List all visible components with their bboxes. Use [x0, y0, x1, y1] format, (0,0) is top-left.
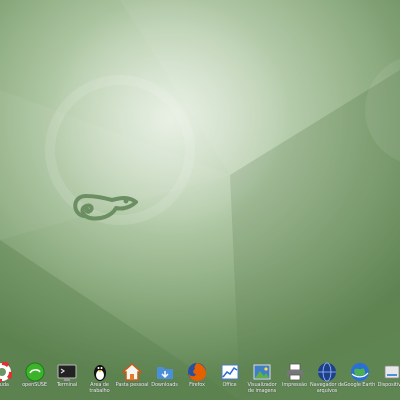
desktop-launcher-label: Navegador de arquivos	[309, 382, 344, 394]
desktop-launcher[interactable]: Navegador de arquivos	[309, 358, 345, 400]
desktop[interactable]: AjudaopenSUSETerminalÁrea de trabalhoPas…	[0, 0, 400, 400]
wallpaper	[0, 0, 400, 400]
downloads-folder-icon	[156, 367, 173, 379]
terminal-icon	[57, 364, 77, 381]
desktop-launcher[interactable]: Downloads	[147, 358, 183, 400]
desktop-launcher-label: Terminal	[56, 382, 78, 388]
printer-icon	[286, 363, 303, 381]
desktop-launcher[interactable]: Impressão	[277, 358, 313, 400]
tux-penguin-icon	[93, 365, 106, 381]
desktop-icon-bar: AjudaopenSUSETerminalÁrea de trabalhoPas…	[0, 358, 400, 400]
network-globe-icon	[318, 362, 336, 382]
opensuse-green-icon	[25, 362, 44, 382]
office-chart-icon	[221, 364, 238, 380]
desktop-launcher-label: Firefox	[189, 382, 205, 388]
desktop-launcher[interactable]: Dispositivos	[374, 358, 400, 400]
opensuse-chameleon-logo	[73, 194, 138, 221]
desktop-launcher-label: openSUSE	[22, 382, 47, 388]
desktop-launcher[interactable]: openSUSE	[17, 358, 53, 400]
help-lifebuoy-icon	[0, 362, 12, 382]
desktop-launcher-label: Office	[222, 382, 237, 388]
google-earth-icon	[350, 363, 369, 381]
desktop-launcher[interactable]: Firefox	[179, 358, 215, 400]
desktop-launcher-label: Visualizador de imagens	[247, 382, 277, 394]
desktop-launcher[interactable]: Área de trabalho	[82, 358, 118, 400]
desktop-launcher[interactable]: Terminal	[49, 358, 85, 400]
firefox-icon	[188, 363, 206, 381]
desktop-launcher[interactable]: Visualizador de imagens	[244, 358, 280, 400]
desktop-launcher-label: Pasta pessoal	[115, 382, 149, 388]
desktop-launcher-label: Área de trabalho	[89, 382, 110, 394]
desktop-launcher[interactable]: Pasta pessoal	[114, 358, 150, 400]
desktop-launcher-label: Downloads	[151, 382, 178, 388]
image-viewer-icon	[253, 364, 271, 380]
desktop-launcher-label: Google Earth	[343, 382, 376, 388]
desktop-launcher-label: Dispositivos	[377, 382, 400, 388]
drive-icon	[384, 365, 400, 379]
desktop-launcher[interactable]: Google Earth	[342, 358, 378, 400]
desktop-launcher[interactable]: Office	[212, 358, 248, 400]
desktop-launcher-label: Impressão	[282, 382, 307, 388]
home-folder-icon	[122, 362, 142, 381]
